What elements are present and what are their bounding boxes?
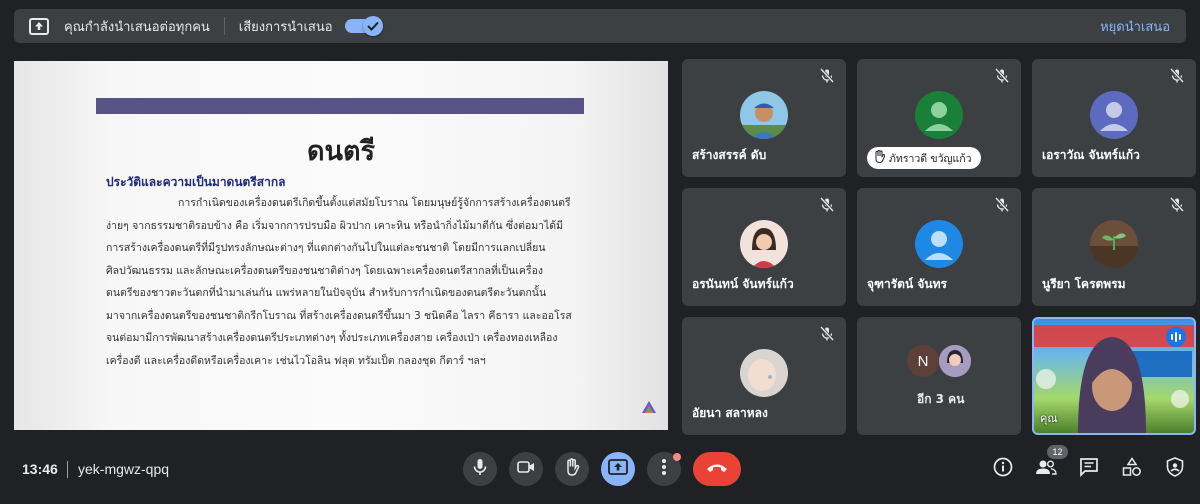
present-icon	[608, 458, 628, 480]
present-now-button[interactable]	[601, 452, 635, 486]
mic-icon	[472, 458, 488, 481]
camera-button[interactable]	[509, 452, 543, 486]
raise-hand-icon	[564, 457, 580, 481]
avatar	[1090, 220, 1138, 268]
slide-header-bar	[96, 98, 584, 114]
participant-count-badge: 12	[1047, 445, 1068, 459]
participant-name: นูรียา โครตพรม	[1042, 277, 1126, 291]
microphone-button[interactable]	[463, 452, 497, 486]
slide-title: ดนตรี	[306, 136, 376, 167]
chat-button[interactable]	[1077, 457, 1101, 481]
stop-presenting-button[interactable]: หยุดนำเสนอ	[1100, 16, 1170, 37]
avatar	[915, 91, 963, 139]
host-controls-icon	[1166, 456, 1184, 482]
participant-tile[interactable]: จุฑารัตน์ จันทร	[857, 188, 1021, 306]
more-participants-tile[interactable]: N อีก 3 คน	[857, 317, 1021, 435]
slide-logo-icon	[640, 399, 658, 420]
presenting-bar: คุณกำลังนำเสนอต่อทุกคน เสียงการนำเสนอ หย…	[14, 9, 1186, 43]
slide-line: จนต่อมามีการพัฒนาสร้างเครื่องดนตรีประเภท…	[106, 332, 558, 344]
participant-name: เอราวัณ จันทร์แก้ว	[1042, 148, 1140, 162]
chat-icon	[1079, 457, 1099, 482]
presenting-status: คุณกำลังนำเสนอต่อทุกคน	[64, 18, 210, 34]
more-vert-icon	[661, 458, 667, 481]
participant-tile[interactable]: นูรียา โครตพรม	[1032, 188, 1196, 306]
more-options-button[interactable]	[647, 452, 681, 486]
more-participants-avatars: N	[907, 345, 971, 377]
slide-line: ง่ายๆ จากธรรมชาติรอบข้าง คือ เริ่มจากการ…	[106, 219, 564, 232]
presented-slide: ดนตรี ประวัติและความเป็นมาดนตรีสากล การก…	[14, 61, 668, 430]
participant-name: อรนันทน์ จันทร์แก้ว	[692, 277, 794, 291]
slide-line: การกำเนิดของเครื่องดนตรีเกิดขึ้นตั้งแต่ส…	[178, 197, 571, 209]
self-video-tile[interactable]: คุณ	[1032, 317, 1196, 435]
avatar	[740, 220, 788, 268]
slide-heading: ประวัติและความเป็นมาดนตรีสากล	[106, 175, 286, 189]
divider	[223, 17, 225, 35]
presentation-audio-toggle[interactable]	[344, 16, 383, 36]
slide-line: เครื่องตี และเครื่องดีดหรือเครื่องเคาะ เ…	[106, 354, 486, 367]
presentation-audio-label: เสียงการนำเสนอ	[238, 18, 333, 34]
more-participants-label: อีก 3 คน	[917, 392, 965, 406]
check-icon	[362, 16, 383, 36]
slide-line: ศิลปวัฒนธรรม และลักษณะเครื่องดนตรีของชนช…	[106, 264, 544, 277]
mic-off-icon	[993, 67, 1011, 85]
hand-icon	[873, 150, 886, 166]
participant-name: อัยนา สลาหลง	[692, 406, 768, 420]
avatar: N	[907, 345, 939, 377]
mic-off-icon	[818, 325, 836, 343]
avatar	[939, 345, 971, 377]
avatar	[740, 91, 788, 139]
mic-off-icon	[993, 196, 1011, 214]
activities-button[interactable]	[1120, 456, 1144, 482]
show-everyone-button[interactable]	[1034, 457, 1058, 481]
avatar	[740, 349, 788, 397]
leave-call-button[interactable]	[693, 452, 741, 486]
host-controls-button[interactable]	[1163, 456, 1187, 482]
divider	[67, 461, 68, 478]
meeting-details-button[interactable]	[991, 457, 1015, 481]
avatar	[1090, 91, 1138, 139]
slide-body: การกำเนิดของเครื่องดนตรีเกิดขึ้นตั้งแต่ส…	[106, 192, 588, 372]
raise-hand-button[interactable]	[555, 452, 589, 486]
participant-tile[interactable]: เอราวัณ จันทร์แก้ว	[1032, 59, 1196, 177]
mic-off-icon	[1168, 67, 1186, 85]
meeting-code: yek-mgwz-qpq	[78, 461, 170, 477]
mic-off-icon	[818, 67, 836, 85]
participant-tile[interactable]: อัยนา สลาหลง	[682, 317, 846, 435]
participant-name: จุฑารัตน์ จันทร	[867, 277, 947, 291]
people-icon	[1035, 458, 1057, 481]
participant-tile[interactable]: สร้างสรรค์ ดับ	[682, 59, 846, 177]
speaking-indicator-icon	[1166, 327, 1186, 347]
activities-icon	[1122, 456, 1142, 482]
slide-line: การสร้างเครื่องดนตรีที่มีรูปทรงลักษณะต่า…	[106, 242, 546, 254]
camera-icon	[517, 460, 535, 479]
participant-name: ภัทราวดี ขวัญแก้ว	[889, 152, 972, 165]
slide-line: ดนตรีของชาวตะวันตกที่นำมาเล่นกัน แพร่หลา…	[106, 287, 547, 299]
notification-dot	[673, 453, 681, 461]
slide-line: มาจากเครื่องดนตรีของชนชาติกรีกโบราณ ที่ส…	[106, 309, 572, 322]
call-end-icon	[706, 460, 728, 478]
mic-off-icon	[1168, 196, 1186, 214]
participant-name: สร้างสรรค์ ดับ	[692, 148, 767, 162]
self-label: คุณ	[1040, 412, 1058, 425]
avatar	[915, 220, 963, 268]
participant-tile[interactable]: อรนันทน์ จันทร์แก้ว	[682, 188, 846, 306]
meeting-time: 13:46	[22, 461, 58, 477]
mic-off-icon	[818, 196, 836, 214]
info-icon	[993, 457, 1013, 482]
hand-raised-badge: ภัทราวดี ขวัญแก้ว	[867, 147, 982, 169]
present-screen-icon	[28, 17, 50, 35]
participant-tile[interactable]: ภัทราวดี ขวัญแก้ว	[857, 59, 1021, 177]
